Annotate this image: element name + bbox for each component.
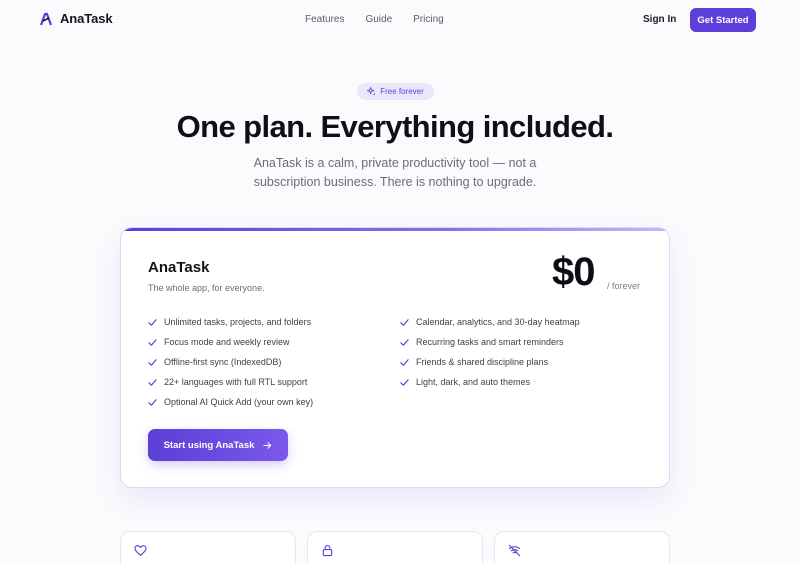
feature-text: Unlimited tasks, projects, and folders [164,317,312,327]
value-card-privacy-heart [120,531,296,563]
free-forever-badge: Free forever [357,83,434,100]
check-icon [148,338,157,346]
get-started-button[interactable]: Get Started [690,8,756,32]
feature-text: Friends & shared discipline plans [416,357,549,367]
check-icon [400,358,409,366]
brand-name: AnaTask [60,11,113,26]
check-icon [148,398,157,406]
nav-link-guide[interactable]: Guide [365,14,392,25]
feature-item: 22+ languages with full RTL support [148,377,307,387]
page-subtitle: AnaTask is a calm, private productivity … [253,156,537,189]
price-period: / forever [607,281,641,291]
card-accent-bar [121,228,669,231]
feature-item: Recurring tasks and smart reminders [400,337,564,347]
nav-links: Features Guide Pricing [305,14,444,25]
plan-name: AnaTask [148,259,210,276]
value-card-offline [494,531,670,563]
feature-item: Unlimited tasks, projects, and folders [148,317,311,327]
check-icon [148,358,157,366]
check-icon [148,378,157,386]
lock-icon [322,545,333,557]
check-icon [400,378,409,386]
pricing-card: AnaTask The whole app, for everyone. $0 … [120,227,670,488]
cta-label: Start using AnaTask [163,439,255,451]
feature-text: 22+ languages with full RTL support [164,377,308,387]
heart-icon [134,545,147,556]
page-title: One plan. Everything included. [176,109,614,144]
feature-text: Recurring tasks and smart reminders [416,337,564,347]
check-icon [400,318,409,326]
value-card-lock [307,531,483,563]
arrow-right-icon [263,441,272,449]
plan-price: $0 [552,250,595,294]
check-icon [148,318,157,326]
feature-text: Offline-first sync (IndexedDB) [164,357,282,367]
sign-in-link[interactable]: Sign In [643,14,676,25]
nav-link-features[interactable]: Features [305,14,344,25]
badge-text: Free forever [380,87,424,96]
feature-item: Calendar, analytics, and 30-day heatmap [400,317,580,327]
feature-item: Offline-first sync (IndexedDB) [148,357,281,367]
check-icon [400,338,409,346]
feature-item: Focus mode and weekly review [148,337,290,347]
feature-text: Focus mode and weekly review [164,337,290,347]
top-nav: AnaTask Features Guide Pricing Sign In G… [0,0,800,42]
wifi-off-icon [508,544,521,557]
nav-link-pricing[interactable]: Pricing [413,14,444,25]
sparkle-icon [367,87,376,96]
feature-text: Calendar, analytics, and 30-day heatmap [416,317,580,327]
feature-text: Optional AI Quick Add (your own key) [164,397,314,407]
start-using-button[interactable]: Start using AnaTask [148,429,288,461]
brand[interactable]: AnaTask [40,11,113,26]
feature-text: Light, dark, and auto themes [416,377,531,387]
feature-item: Light, dark, and auto themes [400,377,530,387]
feature-item: Friends & shared discipline plans [400,357,548,367]
anatask-logo-icon [40,12,52,25]
plan-description: The whole app, for everyone. [148,283,265,293]
feature-item: Optional AI Quick Add (your own key) [148,397,313,407]
